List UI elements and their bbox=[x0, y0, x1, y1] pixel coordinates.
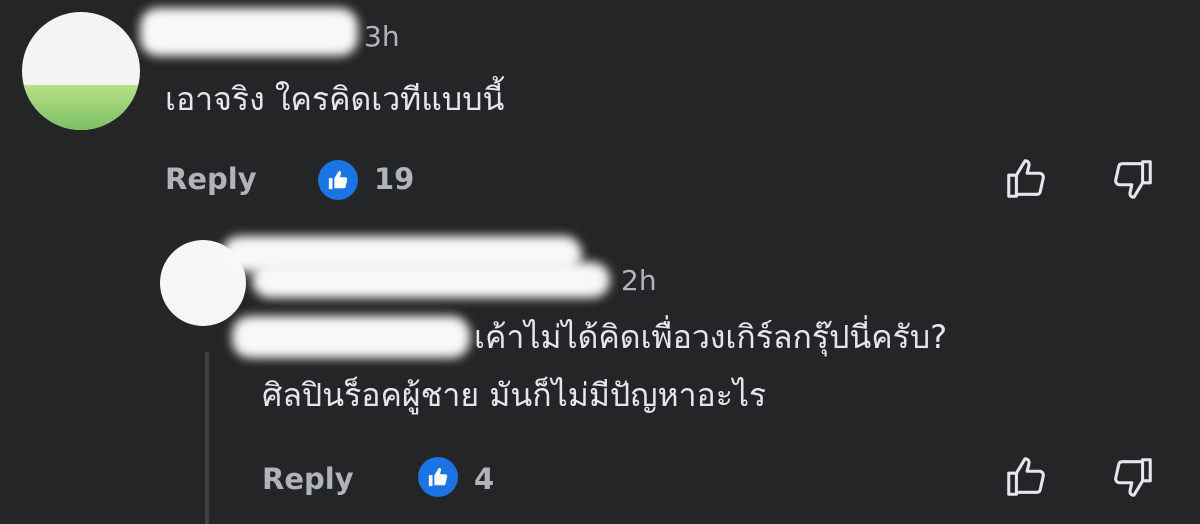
thumbs-up-outline-icon bbox=[1007, 159, 1045, 198]
reply-button[interactable]: Reply bbox=[262, 462, 354, 496]
redacted-username bbox=[140, 8, 358, 56]
upvote-button[interactable] bbox=[1003, 156, 1049, 202]
redacted-mention bbox=[232, 316, 470, 358]
like-count: 4 bbox=[474, 462, 495, 496]
avatar-image bbox=[22, 85, 140, 130]
downvote-button[interactable] bbox=[1110, 156, 1156, 202]
like-reaction-badge[interactable] bbox=[418, 457, 458, 497]
comment-text: เอาจริง ใครคิดเวทีแบบนี้ bbox=[165, 80, 505, 118]
comments-panel: { "comments": [ { "time": "3h", "text": … bbox=[0, 0, 1200, 524]
thumbs-down-outline-icon bbox=[1114, 160, 1152, 199]
comment-text-line-2: ศิลปินร็อคผู้ชาย มันก็ไม่มีปัญหาอะไร bbox=[262, 376, 767, 414]
thumbs-up-icon bbox=[428, 467, 448, 487]
upvote-button[interactable] bbox=[1003, 454, 1049, 500]
comment-timestamp: 2h bbox=[621, 264, 657, 297]
reply-button[interactable]: Reply bbox=[165, 162, 257, 196]
like-count: 19 bbox=[374, 162, 415, 196]
reply-thread-line bbox=[205, 352, 209, 524]
downvote-button[interactable] bbox=[1110, 454, 1156, 500]
commenter-avatar[interactable] bbox=[22, 12, 140, 130]
comment-timestamp: 3h bbox=[364, 20, 400, 53]
thumbs-up-icon bbox=[328, 170, 348, 190]
thumbs-up-outline-icon bbox=[1007, 457, 1045, 496]
comment-text-line-1: เค้าไม่ได้คิดเพื่อวงเกิร์ลกรุ๊ปนี่ครับ? bbox=[474, 318, 948, 356]
like-reaction-badge[interactable] bbox=[318, 160, 358, 200]
redacted-username bbox=[252, 262, 610, 298]
thumbs-down-outline-icon bbox=[1114, 458, 1152, 497]
